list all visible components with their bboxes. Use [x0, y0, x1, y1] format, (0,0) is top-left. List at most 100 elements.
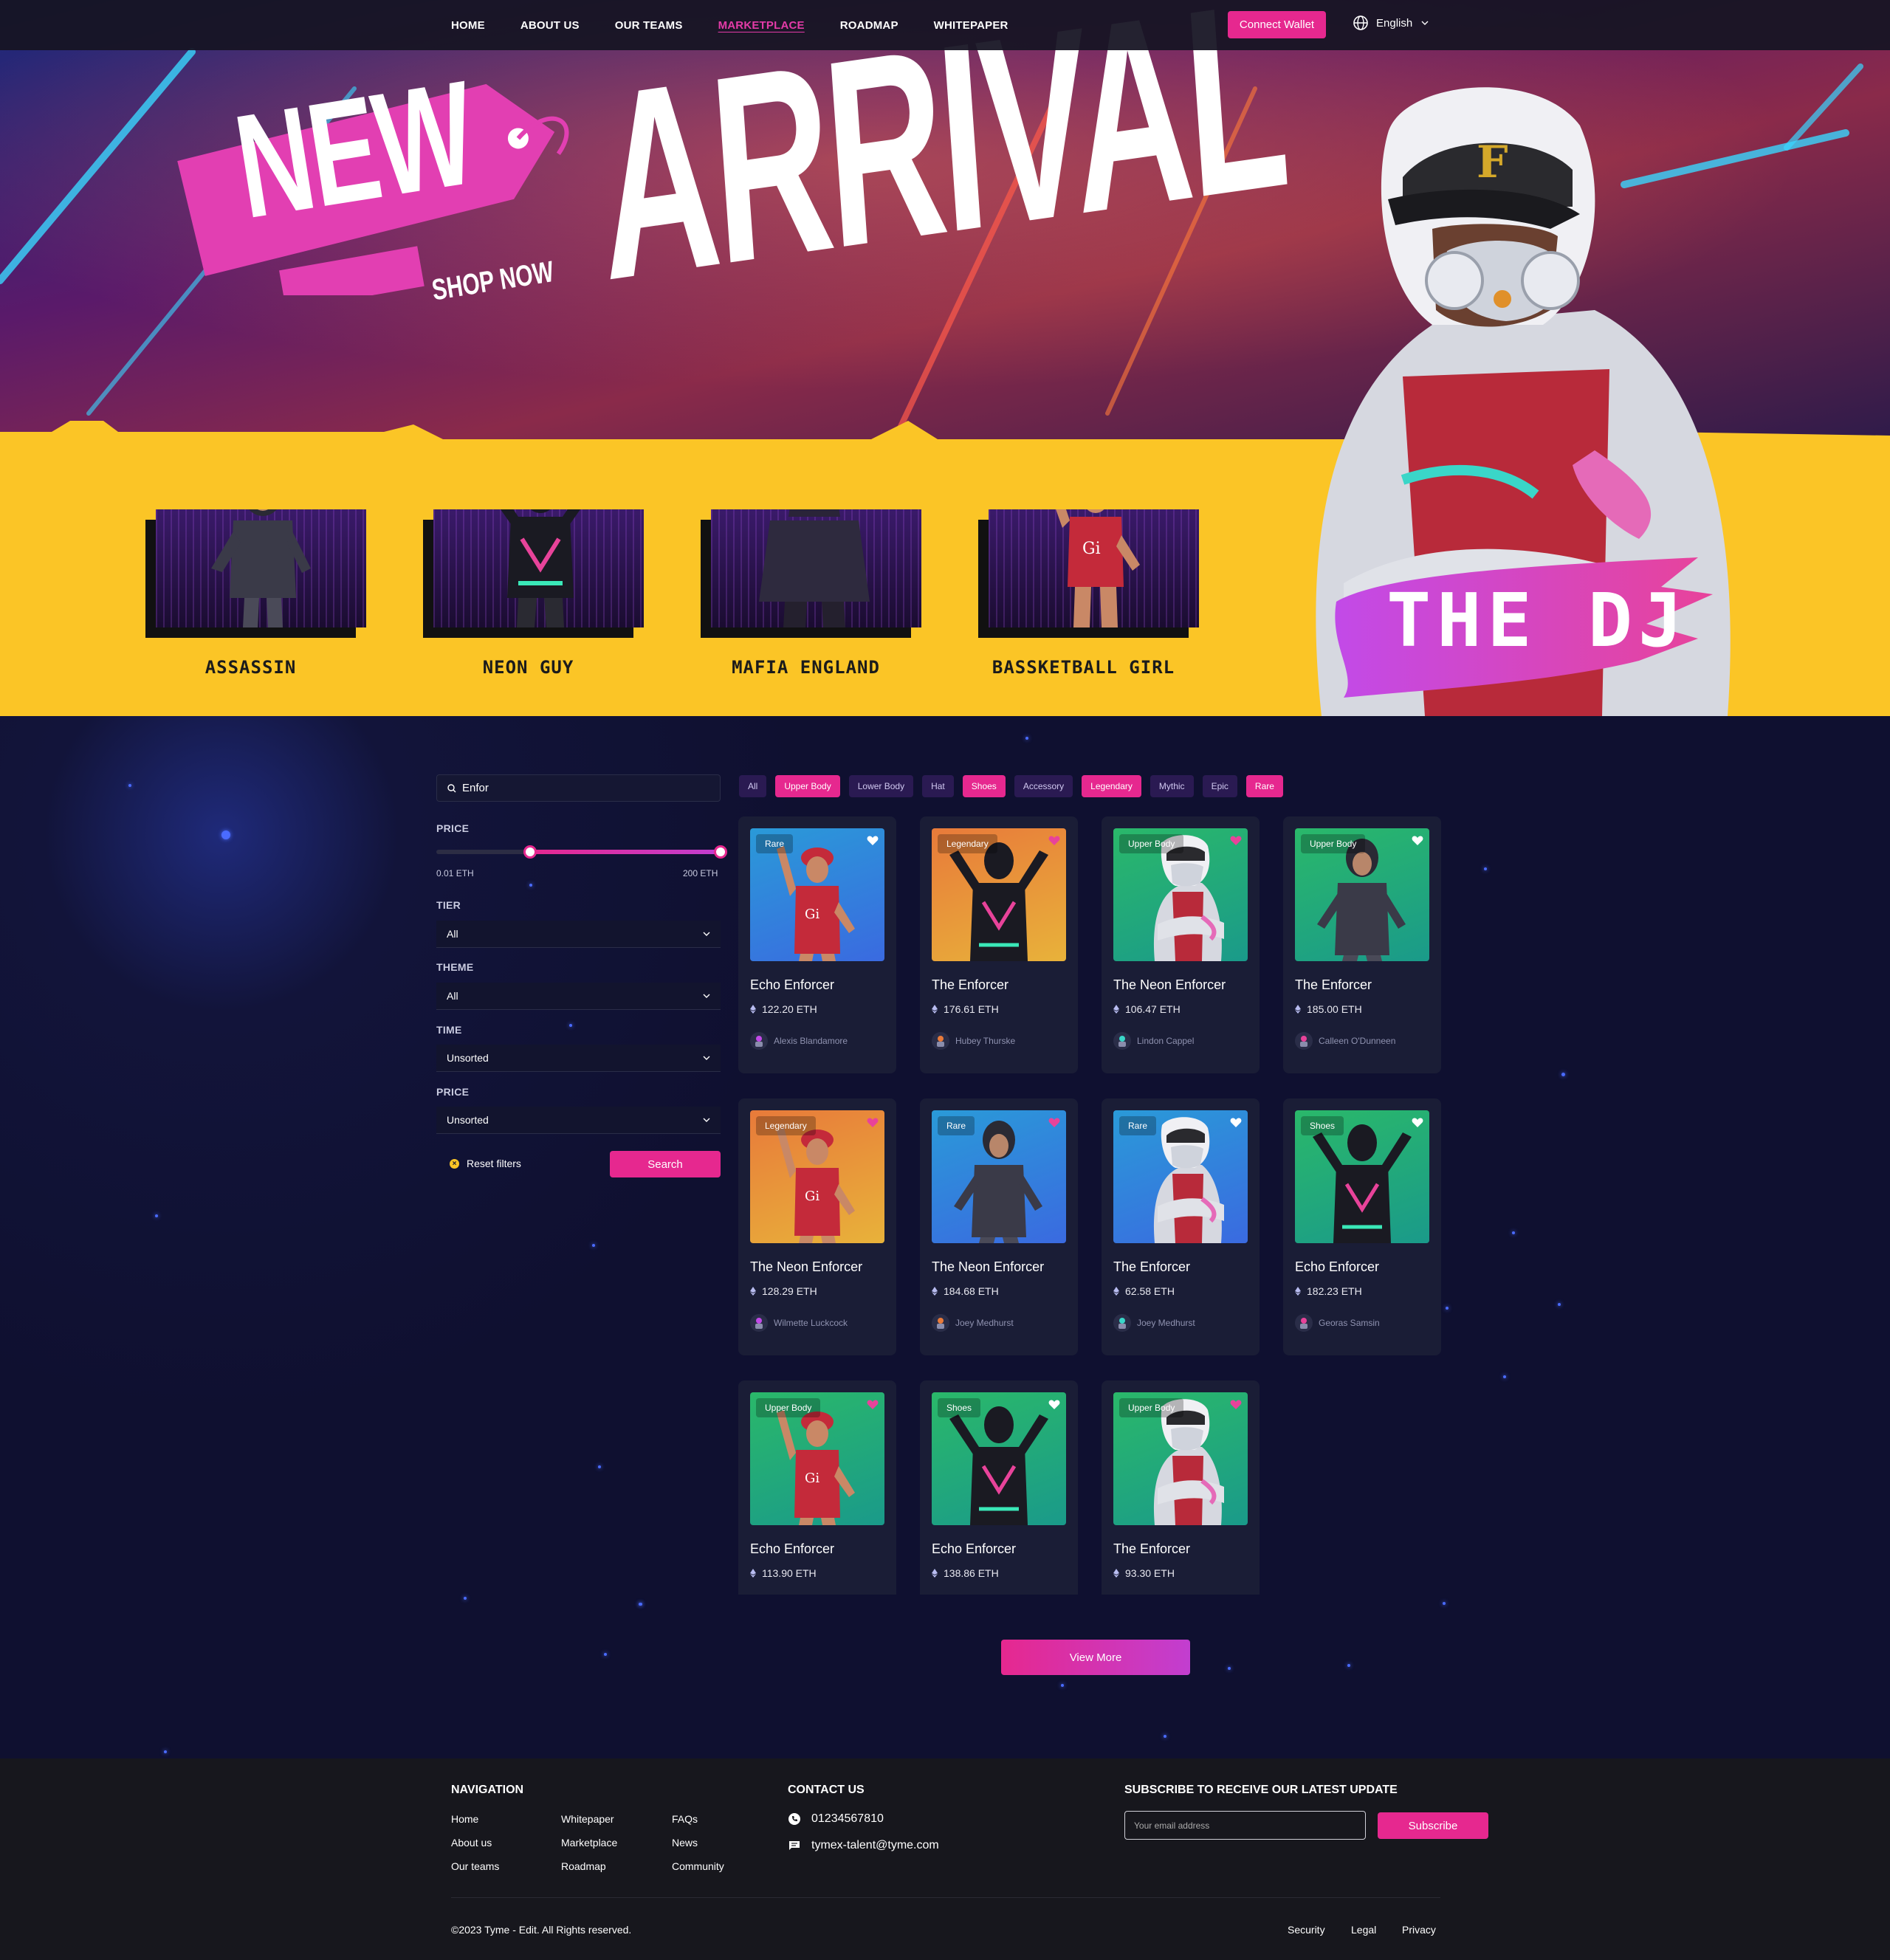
- filter-chip-hat[interactable]: Hat: [922, 775, 954, 797]
- nav-home[interactable]: HOME: [451, 19, 485, 32]
- heart-icon[interactable]: [1048, 1118, 1060, 1128]
- product-card[interactable]: Shoes Echo Enforcer 182.23 ETH Georas Samsi…: [1283, 1098, 1441, 1355]
- product-tag-badge: Legendary: [938, 834, 997, 853]
- owner-name[interactable]: Joey Medhurst: [955, 1318, 1014, 1328]
- view-more-button[interactable]: View More: [1001, 1640, 1190, 1675]
- heart-icon[interactable]: [1048, 1400, 1060, 1410]
- search-button[interactable]: Search: [610, 1151, 721, 1177]
- filter-chip-rare[interactable]: Rare: [1245, 775, 1283, 797]
- product-card[interactable]: Upper Body The Enforcer 185.00 ETH Calleen …: [1283, 816, 1441, 1073]
- product-price: 122.20 ETH: [750, 1003, 817, 1015]
- nav-whitepaper[interactable]: WHITEPAPER: [934, 19, 1008, 32]
- product-card[interactable]: Upper Body The Neon Enforcer 106.47 ETH Lin…: [1102, 816, 1260, 1073]
- search-input[interactable]: [462, 782, 698, 794]
- price-sort-select[interactable]: Unsorted: [436, 1107, 721, 1134]
- heart-icon[interactable]: [1230, 836, 1242, 846]
- search-icon: [447, 783, 456, 792]
- footer-link-marketplace[interactable]: Marketplace: [561, 1837, 617, 1849]
- product-price-value: 113.90 ETH: [762, 1567, 817, 1579]
- footer-link-security[interactable]: Security: [1288, 1924, 1325, 1936]
- filter-chip-epic[interactable]: Epic: [1202, 775, 1237, 797]
- owner-avatar: [932, 1032, 949, 1050]
- filter-chip-all[interactable]: All: [739, 775, 767, 797]
- svg-text:Gi: Gi: [805, 1471, 819, 1486]
- email-address[interactable]: tymex-talent@tyme.com: [811, 1839, 939, 1852]
- reset-filters-button[interactable]: × Reset filters: [450, 1158, 521, 1169]
- hero-banner[interactable]: NEW SHOP NOW ARRIVAL F Gi ASSASSIN NEON …: [0, 0, 1890, 716]
- heart-icon[interactable]: [1412, 1118, 1423, 1128]
- product-card[interactable]: Shoes Echo Enforcer 138.86 ETH: [920, 1380, 1078, 1595]
- character-card-basketball-girl[interactable]: Gi: [989, 509, 1199, 627]
- owner-name[interactable]: Lindon Cappel: [1137, 1036, 1194, 1046]
- product-title: The Enforcer: [1113, 1259, 1191, 1274]
- footer-link-faqs[interactable]: FAQs: [672, 1813, 698, 1825]
- nav-about-us[interactable]: ABOUT US: [520, 19, 580, 32]
- product-card[interactable]: Rare The Enforcer 62.58 ETH Joey Medhurst: [1102, 1098, 1260, 1355]
- owner-avatar: [1295, 1032, 1313, 1050]
- nav-marketplace[interactable]: MARKETPLACE: [718, 19, 805, 32]
- product-tag-badge: Legendary: [756, 1116, 816, 1135]
- heart-icon[interactable]: [867, 1118, 879, 1128]
- heart-icon[interactable]: [1412, 836, 1423, 846]
- price-min-label: 0.01 ETH: [436, 868, 474, 878]
- heart-icon[interactable]: [1230, 1400, 1242, 1410]
- footer-link-whitepaper[interactable]: Whitepaper: [561, 1813, 614, 1825]
- footer-link-news[interactable]: News: [672, 1837, 698, 1849]
- footer-link-legal[interactable]: Legal: [1351, 1924, 1376, 1936]
- filter-chip-legendary[interactable]: Legendary: [1082, 775, 1141, 797]
- chevron-down-icon: [703, 932, 710, 936]
- filter-chip-shoes[interactable]: Shoes: [962, 775, 1006, 797]
- time-select[interactable]: Unsorted: [436, 1045, 721, 1072]
- owner-name[interactable]: Georas Samsin: [1319, 1318, 1380, 1328]
- nav-roadmap[interactable]: ROADMAP: [840, 19, 898, 32]
- product-tag-badge: Shoes: [938, 1398, 981, 1417]
- character-card-mafia-england[interactable]: [711, 509, 921, 627]
- product-owner: Joey Medhurst: [932, 1314, 1014, 1332]
- owner-name[interactable]: Joey Medhurst: [1137, 1318, 1195, 1328]
- filter-chip-accessory[interactable]: Accessory: [1014, 775, 1073, 797]
- footer-link-community[interactable]: Community: [672, 1860, 724, 1872]
- product-card[interactable]: Rare The Neon Enforcer 184.68 ETH Joey Medh…: [920, 1098, 1078, 1355]
- search-input-wrapper[interactable]: [436, 774, 721, 802]
- owner-name[interactable]: Hubey Thurske: [955, 1036, 1015, 1046]
- character-card-neon-guy[interactable]: [433, 509, 644, 627]
- nav-our-teams[interactable]: OUR TEAMS: [615, 19, 683, 32]
- footer-link-home[interactable]: Home: [451, 1813, 478, 1825]
- product-image: Legendary: [932, 828, 1066, 961]
- language-selector[interactable]: English: [1353, 15, 1429, 31]
- footer-link-about-us[interactable]: About us: [451, 1837, 492, 1849]
- connect-wallet-button[interactable]: Connect Wallet: [1228, 11, 1326, 38]
- product-owner: Joey Medhurst: [1113, 1314, 1195, 1332]
- owner-name[interactable]: Wilmette Luckcock: [774, 1318, 848, 1328]
- subscribe-email-input[interactable]: [1124, 1811, 1366, 1840]
- filter-chip-lower-body[interactable]: Lower Body: [848, 775, 914, 797]
- theme-select[interactable]: All: [436, 983, 721, 1010]
- footer-link-privacy[interactable]: Privacy: [1402, 1924, 1436, 1936]
- tier-select[interactable]: All: [436, 921, 721, 948]
- product-image: Gi Rare: [750, 828, 884, 961]
- product-card[interactable]: Gi Upper Body Echo Enforcer 113.90 ETH: [738, 1380, 896, 1595]
- product-title: Echo Enforcer: [750, 1541, 835, 1556]
- product-card[interactable]: Gi Rare Echo Enforcer 122.20 ETH Alexis Blan…: [738, 816, 896, 1073]
- owner-name[interactable]: Alexis Blandamore: [774, 1036, 848, 1046]
- product-card[interactable]: Gi Legendary The Neon Enforcer 128.29 ETH Wi…: [738, 1098, 896, 1355]
- heart-icon[interactable]: [867, 1400, 879, 1410]
- heart-icon[interactable]: [1230, 1118, 1242, 1128]
- owner-name[interactable]: Calleen O'Dunneen: [1319, 1036, 1395, 1046]
- heart-icon[interactable]: [1048, 836, 1060, 846]
- product-price: 128.29 ETH: [750, 1285, 817, 1297]
- product-tag-badge: Upper Body: [756, 1398, 821, 1417]
- price-slider-min-handle[interactable]: [523, 845, 537, 859]
- filter-chip-upper-body[interactable]: Upper Body: [775, 775, 840, 797]
- product-card[interactable]: Upper Body The Enforcer 93.30 ETH: [1102, 1380, 1260, 1595]
- footer-link-roadmap[interactable]: Roadmap: [561, 1860, 606, 1872]
- character-card-assassin[interactable]: [156, 509, 366, 627]
- product-price: 185.00 ETH: [1295, 1003, 1362, 1015]
- filter-chip-mythic[interactable]: Mythic: [1150, 775, 1194, 797]
- subscribe-button[interactable]: Subscribe: [1378, 1812, 1488, 1839]
- product-card[interactable]: Legendary The Enforcer 176.61 ETH Hubey Thu…: [920, 816, 1078, 1073]
- price-slider-max-handle[interactable]: [714, 845, 727, 859]
- price-slider[interactable]: [436, 845, 727, 859]
- heart-icon[interactable]: [867, 836, 879, 846]
- footer-link-our-teams[interactable]: Our teams: [451, 1860, 499, 1872]
